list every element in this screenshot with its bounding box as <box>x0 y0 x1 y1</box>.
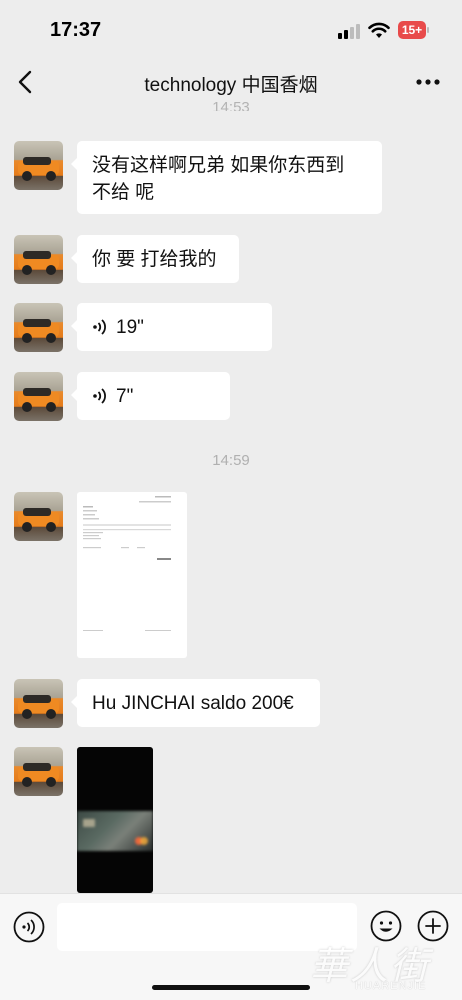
contact-avatar[interactable] <box>14 141 63 190</box>
home-indicator[interactable] <box>152 985 310 990</box>
voice-wave-icon <box>93 319 106 335</box>
bank-card-photo-image[interactable] <box>77 747 153 893</box>
cellular-signal-icon <box>338 23 362 39</box>
message-bubble[interactable]: Hu JINCHAI saldo 200€ <box>71 679 320 727</box>
contact-avatar[interactable] <box>14 372 63 421</box>
bank-card-photo-thumbnail-icon <box>77 811 153 851</box>
contact-avatar[interactable] <box>14 492 63 541</box>
invoice-document-thumbnail-icon <box>83 496 171 631</box>
status-time: 17:37 <box>50 19 102 41</box>
message-text-line-2: 不给 呢 <box>92 182 155 203</box>
contact-avatar[interactable] <box>14 679 63 728</box>
contact-avatar[interactable] <box>14 747 63 796</box>
voice-message-bubble[interactable]: 19" <box>71 303 272 351</box>
watermark-en-text: HUARENJIE <box>355 980 427 992</box>
chat-title: technology 中国香烟 <box>144 75 318 96</box>
voice-duration: 7" <box>116 385 134 407</box>
battery-level: 15+ <box>398 21 426 39</box>
watermark: 華人街 HUARENJIE <box>310 935 460 997</box>
chat-timestamp: 14:59 <box>212 452 250 469</box>
battery-icon: 15+ <box>398 21 430 39</box>
voice-duration: 19" <box>116 316 144 338</box>
invoice-document-image[interactable] <box>77 492 187 658</box>
wifi-icon <box>368 22 390 38</box>
voice-message-bubble[interactable]: 7" <box>71 372 230 420</box>
message-text: Hu JINCHAI saldo 200€ <box>92 693 294 714</box>
message-bubble[interactable]: 没有这样啊兄弟 如果你东西到 不给 呢 <box>71 141 382 214</box>
voice-wave-icon <box>93 388 106 404</box>
partial-timestamp: 14:53 <box>212 99 250 111</box>
contact-avatar[interactable] <box>14 303 63 352</box>
more-options-icon[interactable] <box>413 70 443 94</box>
message-text: 你 要 打给我的 <box>92 249 217 270</box>
voice-input-icon[interactable] <box>13 911 45 943</box>
status-bar: 17:37 15+ <box>0 0 462 60</box>
message-bubble[interactable]: 你 要 打给我的 <box>71 235 239 283</box>
message-text-line-1: 没有这样啊兄弟 如果你东西到 <box>92 155 345 176</box>
contact-avatar[interactable] <box>14 235 63 284</box>
